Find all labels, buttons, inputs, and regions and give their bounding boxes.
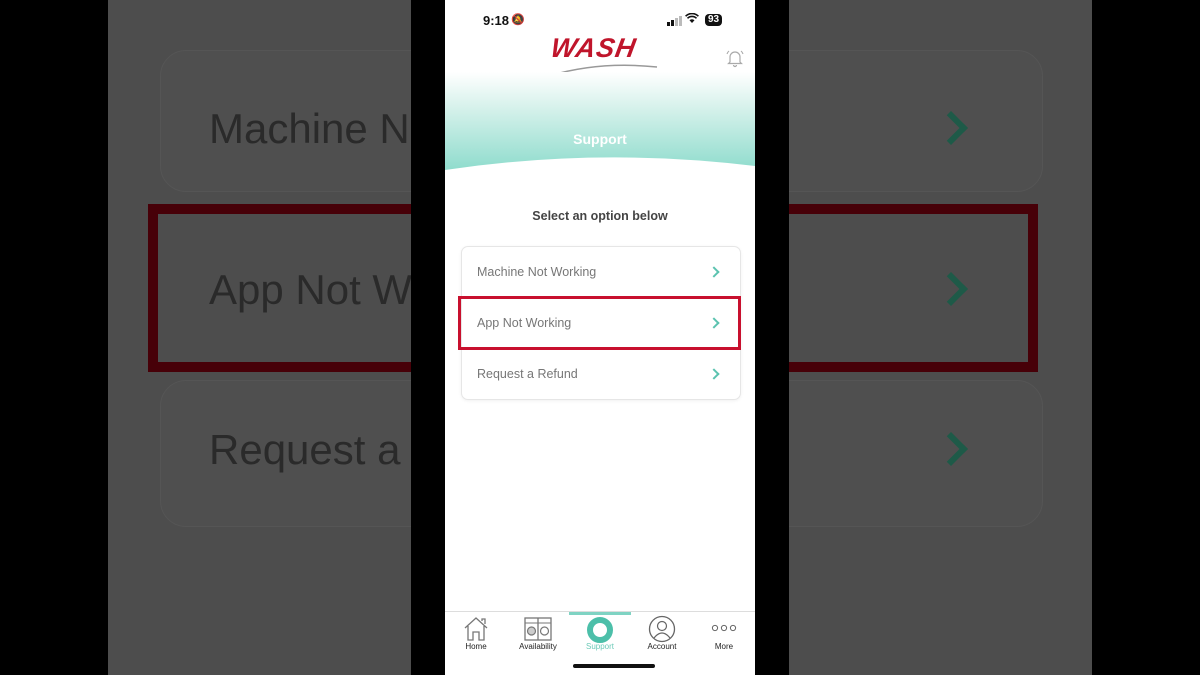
bell-slash-icon: 🔕 — [511, 14, 525, 26]
tab-home[interactable]: Home — [445, 612, 507, 660]
bg-highlight-box — [148, 204, 411, 372]
tab-label: Home — [465, 642, 487, 651]
home-icon — [464, 617, 488, 641]
option-request-refund[interactable]: Request a Refund — [462, 349, 740, 399]
option-label: Machine Not Working — [477, 265, 597, 279]
chevron-right-icon — [708, 368, 720, 380]
option-label: Request a Refund — [477, 367, 578, 381]
bell-icon[interactable] — [725, 48, 745, 68]
more-dots-icon — [711, 624, 737, 632]
lifebuoy-icon — [587, 617, 613, 643]
background-zoom-right — [789, 0, 1092, 675]
battery-indicator: 93 — [705, 14, 723, 26]
status-time: 9:18 — [483, 13, 510, 28]
home-indicator[interactable] — [573, 664, 655, 668]
background-zoom-left: Machine No App Not Wo Request a — [108, 0, 411, 675]
header-banner — [445, 72, 755, 170]
bg-card — [789, 50, 1043, 192]
bg-text: Request a — [209, 426, 401, 473]
tab-account[interactable]: Account — [631, 612, 693, 660]
section-subtitle: Select an option below — [532, 209, 668, 223]
bg-text: Machine No — [209, 105, 411, 152]
phone-screen: 9:18 🔕 93 WASH Support Select an option … — [445, 0, 755, 675]
tab-label: Availability — [519, 642, 557, 651]
bg-highlight-box — [789, 204, 1038, 372]
tab-support[interactable]: Support — [569, 612, 631, 660]
tab-availability[interactable]: Availability — [507, 612, 569, 660]
status-bar: 9:18 🔕 93 — [445, 10, 755, 30]
option-machine-not-working[interactable]: Machine Not Working — [462, 247, 740, 297]
tab-label: Support — [585, 642, 615, 651]
tab-label: Account — [647, 642, 677, 651]
wifi-icon — [685, 12, 699, 27]
page-title: Support — [573, 131, 627, 147]
tab-label: More — [714, 642, 734, 651]
chevron-right-icon — [708, 266, 720, 278]
wash-logo: WASH — [548, 33, 659, 77]
bg-card — [789, 380, 1043, 527]
tab-more[interactable]: More — [693, 612, 755, 660]
washer-dryer-icon — [524, 617, 552, 641]
user-icon — [648, 615, 676, 643]
highlight-annotation-box — [458, 296, 741, 350]
cellular-signal-icon — [667, 16, 682, 26]
